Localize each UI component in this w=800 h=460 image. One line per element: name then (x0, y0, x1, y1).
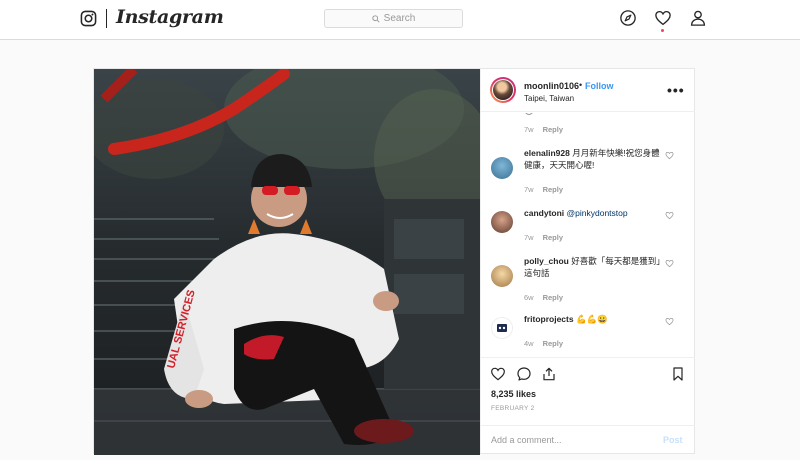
comment-meta: 6w Reply (524, 293, 564, 302)
post-comment-button[interactable]: Post (663, 435, 683, 445)
logo-divider (106, 9, 107, 28)
comment-meta: 7w Reply (524, 125, 564, 134)
post-location[interactable]: Taipei, Taiwan (524, 94, 574, 103)
reply-button[interactable]: Reply (543, 293, 563, 302)
commenter-avatar[interactable] (491, 265, 513, 287)
partial-comment-glyph (525, 113, 533, 115)
comment-text: elenalin928 月月新年快樂!祝您身體健康，天天開心喔! (524, 148, 660, 170)
bookmark-icon[interactable] (670, 366, 686, 382)
comment-text: candytoni @pinkydontstop (524, 207, 664, 219)
reply-button[interactable]: Reply (543, 339, 563, 348)
top-navigation-bar: Instagram Search (0, 0, 800, 40)
separator-dot: • (579, 80, 583, 90)
notification-dot (661, 29, 664, 32)
commenter-avatar[interactable] (491, 317, 513, 339)
commenter-avatar[interactable] (491, 211, 513, 233)
add-comment-input[interactable]: Add a comment... (491, 435, 562, 445)
commenter-username[interactable]: candytoni (524, 208, 564, 218)
comment-like-icon[interactable] (665, 259, 674, 268)
commenter-username[interactable]: fritoprojects (524, 314, 574, 324)
comment-like-icon[interactable] (665, 151, 674, 160)
comment-text: polly_chou 好喜歡「每天都是獲到」這句話 (524, 256, 661, 278)
mention-link[interactable]: @pinkydontstop (567, 208, 628, 218)
like-count[interactable]: 8,235 likes (491, 389, 536, 399)
author-avatar[interactable] (490, 77, 516, 103)
add-comment-bar: Add a comment... Post (481, 425, 695, 453)
comment-meta: 7w Reply (524, 185, 564, 194)
post-actions: 8,235 likes FEBRUARY 2 (481, 357, 695, 417)
follow-button[interactable]: Follow (585, 81, 614, 91)
commenter-username[interactable]: elenalin928 (524, 148, 570, 158)
search-input[interactable]: Search (324, 9, 463, 28)
compass-icon[interactable] (619, 9, 637, 27)
comment-list[interactable]: 7w Reply elenalin928 月月新年快樂!祝您身體健康，天天開心喔!… (481, 113, 695, 357)
like-icon[interactable] (490, 366, 506, 382)
instagram-wordmark[interactable]: Instagram (116, 6, 224, 28)
heart-icon[interactable] (654, 9, 672, 27)
reply-button[interactable]: Reply (543, 185, 563, 194)
share-icon[interactable] (541, 366, 557, 382)
post-photo[interactable]: UAL SERVICES (94, 69, 480, 455)
search-icon (371, 14, 380, 23)
author-username[interactable]: moonlin0106 (524, 81, 579, 91)
more-options-icon[interactable]: ••• (667, 82, 685, 98)
comment-text: fritoprojects 💪💪😀 (524, 314, 608, 324)
commenter-avatar[interactable] (491, 157, 513, 179)
post-date[interactable]: FEBRUARY 2 (491, 405, 535, 412)
post-photo-illustration: UAL SERVICES (94, 69, 480, 455)
post-card: UAL SERVICES moonlin0106 • Follow Taipei… (93, 68, 695, 455)
search-placeholder: Search (383, 13, 416, 24)
post-header: moonlin0106 • Follow Taipei, Taiwan ••• (481, 69, 695, 112)
post-sidebar: moonlin0106 • Follow Taipei, Taiwan ••• … (480, 69, 695, 453)
comment-like-icon[interactable] (665, 211, 674, 220)
commenter-username[interactable]: polly_chou (524, 256, 569, 266)
comment-like-icon[interactable] (665, 317, 674, 326)
comment-icon[interactable] (516, 366, 532, 382)
comment-meta: 7w Reply (524, 233, 564, 242)
reply-button[interactable]: Reply (543, 125, 563, 134)
comment-meta: 4w Reply (524, 339, 564, 348)
instagram-glyph-icon[interactable] (80, 10, 97, 27)
profile-icon[interactable] (689, 9, 707, 27)
reply-button[interactable]: Reply (543, 233, 563, 242)
